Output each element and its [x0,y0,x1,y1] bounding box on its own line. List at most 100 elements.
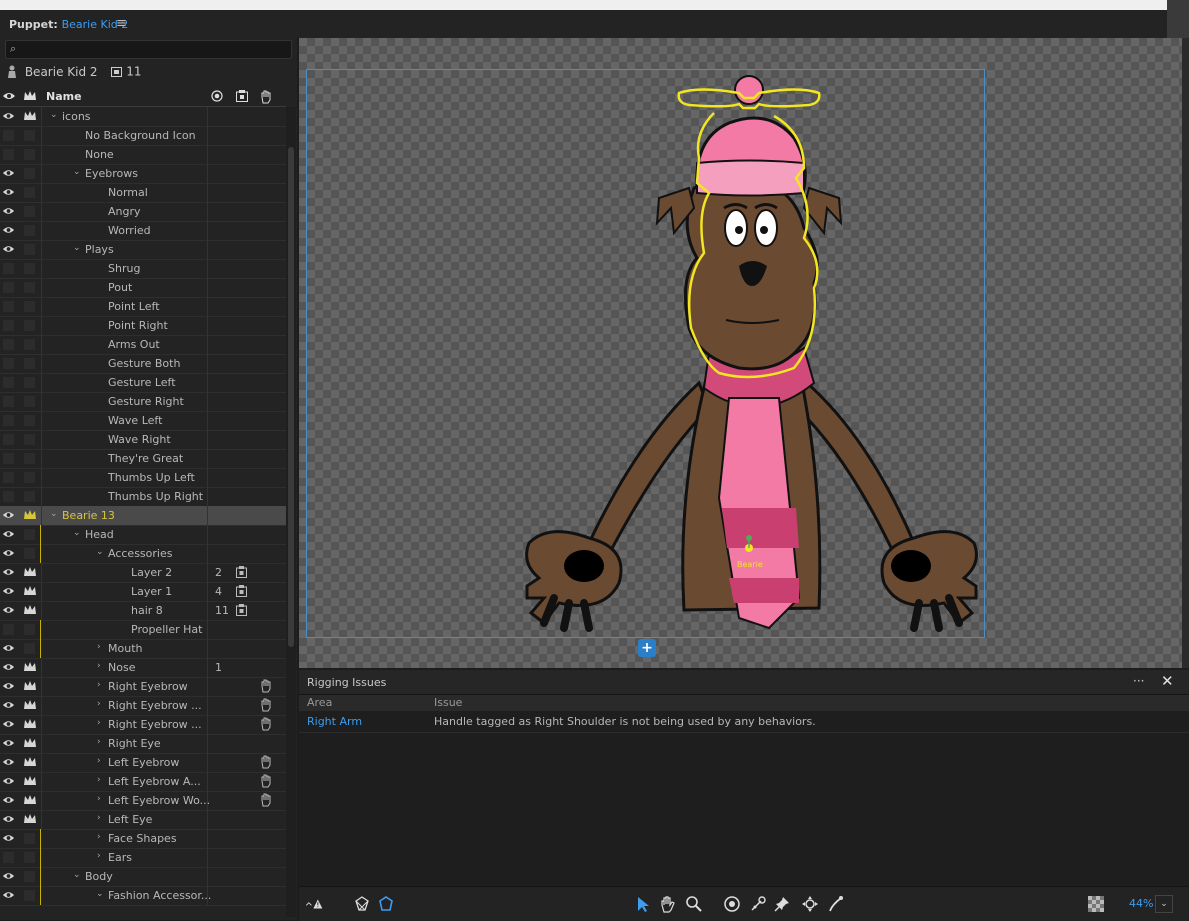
eye-icon[interactable] [2,167,15,179]
add-button[interactable]: + [638,639,656,657]
crown-icon[interactable] [23,110,37,122]
layer-row[interactable]: › Right Eyebrow [0,677,286,697]
zoom-level[interactable]: 44% [1129,897,1153,910]
eye-icon[interactable] [2,110,15,122]
crown-toggle-empty[interactable] [24,244,35,255]
eye-toggle-empty[interactable] [3,282,14,293]
eye-icon[interactable] [2,243,15,255]
layer-row[interactable]: › Nose 1 [0,658,286,678]
crown-toggle-empty[interactable] [24,434,35,445]
crown-toggle-empty[interactable] [24,833,35,844]
chevron-down-icon[interactable]: ⌄ [96,547,104,557]
crown-icon[interactable] [23,585,37,597]
chevron-right-icon[interactable]: › [97,699,101,709]
warning-toggle-icon[interactable] [305,895,323,913]
layer-row[interactable]: › Face Shapes [0,829,286,849]
chevron-right-icon[interactable]: › [97,737,101,747]
layer-row[interactable]: They're Great [0,449,286,469]
crown-toggle-empty[interactable] [24,548,35,559]
layer-row[interactable]: Shrug [0,259,286,279]
crown-toggle-empty[interactable] [24,643,35,654]
eye-icon[interactable] [2,509,15,521]
dragger-tool-icon[interactable] [749,895,767,913]
zoom-tool-icon[interactable] [685,895,703,913]
eye-icon[interactable] [2,794,15,806]
eye-icon[interactable] [2,661,15,673]
crown-toggle-empty[interactable] [24,149,35,160]
layer-row[interactable]: ⌄ icons [0,107,286,127]
crown-toggle-empty[interactable] [24,301,35,312]
rig-column-icon[interactable] [236,90,248,102]
eye-icon[interactable] [2,547,15,559]
hand-tool-icon[interactable] [659,895,677,913]
chevron-down-icon[interactable]: ⌄ [50,110,58,120]
layer-row[interactable]: Layer 2 2 [0,563,286,583]
layer-row[interactable]: Layer 1 4 [0,582,286,602]
layer-row[interactable]: ⌄ Fashion Accessor... [0,886,286,906]
eye-icon[interactable] [2,604,15,616]
layer-row[interactable]: Point Right [0,316,286,336]
layer-row[interactable]: ⌄ Bearie 13 [0,506,286,526]
crown-icon[interactable] [23,90,37,102]
eye-icon[interactable] [2,756,15,768]
crown-toggle-empty[interactable] [24,130,35,141]
eye-icon[interactable] [2,585,15,597]
layer-row[interactable]: Normal [0,183,286,203]
crown-toggle-empty[interactable] [24,472,35,483]
eye-icon[interactable] [2,718,15,730]
eye-icon[interactable] [2,889,15,901]
scene-canvas[interactable]: Bearie + [299,38,1189,668]
crown-toggle-empty[interactable] [24,187,35,198]
layer-row[interactable]: ⌄ Head [0,525,286,545]
transform-tool-icon[interactable] [801,895,819,913]
chevron-right-icon[interactable]: › [97,661,101,671]
layer-row[interactable]: ⌄ Plays [0,240,286,260]
eye-icon[interactable] [2,205,15,217]
crown-toggle-empty[interactable] [24,320,35,331]
eye-toggle-empty[interactable] [3,149,14,160]
layer-row[interactable]: Gesture Left [0,373,286,393]
eye-toggle-empty[interactable] [3,301,14,312]
issue-area-link[interactable]: Right Arm [307,715,362,728]
crown-icon[interactable] [23,699,37,711]
area-column-header[interactable]: Area [307,696,332,709]
eye-toggle-empty[interactable] [3,453,14,464]
layer-row[interactable]: Gesture Right [0,392,286,412]
eye-icon[interactable] [2,186,15,198]
eye-toggle-empty[interactable] [3,377,14,388]
eye-icon[interactable] [2,870,15,882]
eye-toggle-empty[interactable] [3,434,14,445]
chevron-right-icon[interactable]: › [97,756,101,766]
layer-row[interactable]: Wave Right [0,430,286,450]
eye-icon[interactable] [2,90,16,102]
crown-toggle-empty[interactable] [24,225,35,236]
crown-toggle-empty[interactable] [24,871,35,882]
layer-row[interactable]: Propeller Hat [0,620,286,640]
layer-row[interactable]: None [0,145,286,165]
crown-toggle-empty[interactable] [24,852,35,863]
crown-icon[interactable] [23,566,37,578]
eye-icon[interactable] [2,737,15,749]
rigging-issue-row[interactable]: Right Arm Handle tagged as Right Shoulde… [299,712,1189,733]
chevron-down-icon[interactable]: ⌄ [50,509,58,519]
layer-row[interactable]: ⌄ Body [0,867,286,887]
layer-row[interactable]: Angry [0,202,286,222]
eye-icon[interactable] [2,680,15,692]
layer-row[interactable]: ⌄ Accessories [0,544,286,564]
crown-toggle-empty[interactable] [24,415,35,426]
eye-toggle-empty[interactable] [3,320,14,331]
crown-icon[interactable] [23,794,37,806]
tree-scrollbar[interactable] [286,107,296,917]
eye-toggle-empty[interactable] [3,472,14,483]
eye-toggle-empty[interactable] [3,852,14,863]
layer-row[interactable]: › Mouth [0,639,286,659]
layer-row[interactable]: › Ears [0,848,286,868]
crown-toggle-empty[interactable] [24,529,35,540]
chevron-right-icon[interactable]: › [97,642,101,652]
origin-column-icon[interactable] [211,90,223,102]
layer-row[interactable]: › Left Eyebrow [0,753,286,773]
crown-toggle-empty[interactable] [24,206,35,217]
eye-toggle-empty[interactable] [3,624,14,635]
crown-icon[interactable] [23,775,37,787]
select-tool-icon[interactable] [633,895,651,913]
